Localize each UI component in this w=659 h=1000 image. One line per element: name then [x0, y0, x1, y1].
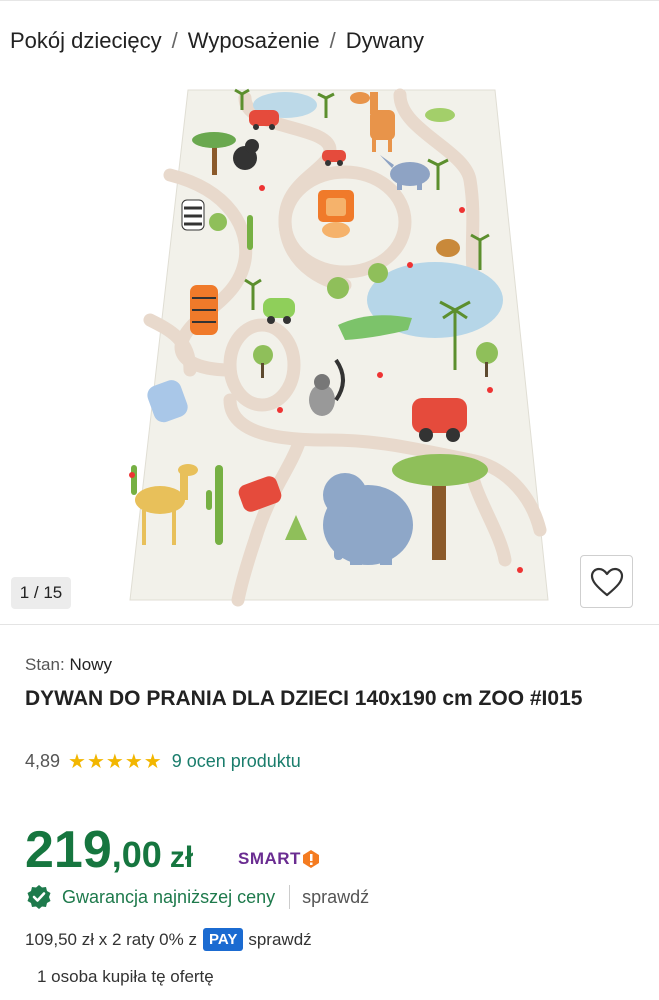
heart-icon [590, 567, 623, 596]
chameleon-icon [425, 108, 455, 122]
tiger-icon [190, 285, 218, 335]
zebra-icon [181, 199, 205, 231]
product-rating: 4,89 ★★★★★ 9 ocen produktu [25, 749, 301, 774]
top-divider [0, 0, 659, 1]
smart-exclamation-icon [302, 850, 319, 868]
rating-value: 4,89 [25, 751, 61, 771]
condition-value: Nowy [69, 655, 112, 674]
breadcrumb-item-wyposazenie[interactable]: Wyposażenie [188, 28, 320, 53]
product-price: 219,00 zł [25, 820, 193, 880]
product-image[interactable] [0, 70, 659, 622]
installments-info: 109,50 zł x 2 raty 0% z PAY sprawdź [25, 928, 312, 951]
product-condition: Stan: Nowy [25, 655, 112, 675]
smart-badge[interactable]: SMART [238, 849, 320, 869]
product-image-gallery[interactable]: 1 / 15 [0, 70, 659, 622]
price-guarantee: Gwarancja najniższej ceny sprawdź [26, 884, 369, 910]
turtle-icon [436, 239, 460, 257]
image-counter: 1 / 15 [11, 577, 71, 609]
breadcrumb-separator: / [171, 28, 178, 53]
breadcrumb-separator: / [329, 28, 336, 53]
guarantee-check-link[interactable]: sprawdź [302, 887, 369, 908]
favorite-button[interactable] [580, 555, 633, 608]
guarantee-separator [289, 885, 291, 909]
guarantee-text[interactable]: Gwarancja najniższej ceny [62, 887, 275, 908]
price-integer: 219 [25, 821, 112, 879]
breadcrumb: Pokój dziecięcy / Wyposażenie / Dywany [10, 28, 424, 54]
price-decimal: ,00 [111, 834, 162, 875]
installments-check-link[interactable]: sprawdź [248, 930, 311, 950]
pay-badge: PAY [202, 928, 244, 951]
section-divider [0, 624, 659, 625]
purchase-count: 1 osoba kupiła tę ofertę [37, 967, 214, 986]
rating-stars-icon: ★★★★★ [68, 751, 163, 773]
reviews-link[interactable]: 9 ocen produktu [172, 751, 301, 772]
product-title: DYWAN DO PRANIA DLA DZIECI 140x190 cm ZO… [25, 687, 583, 710]
breadcrumb-item-dywany[interactable]: Dywany [346, 28, 424, 53]
installments-text: 109,50 zł x 2 raty 0% z [25, 929, 197, 949]
smart-label: SMART [238, 849, 301, 868]
breadcrumb-item-pokoj-dzieciecy[interactable]: Pokój dziecięcy [10, 28, 162, 53]
condition-label: Stan: [25, 655, 65, 674]
guarantee-check-icon [27, 885, 51, 909]
price-currency: zł [169, 841, 194, 874]
lion-icon [318, 190, 354, 238]
